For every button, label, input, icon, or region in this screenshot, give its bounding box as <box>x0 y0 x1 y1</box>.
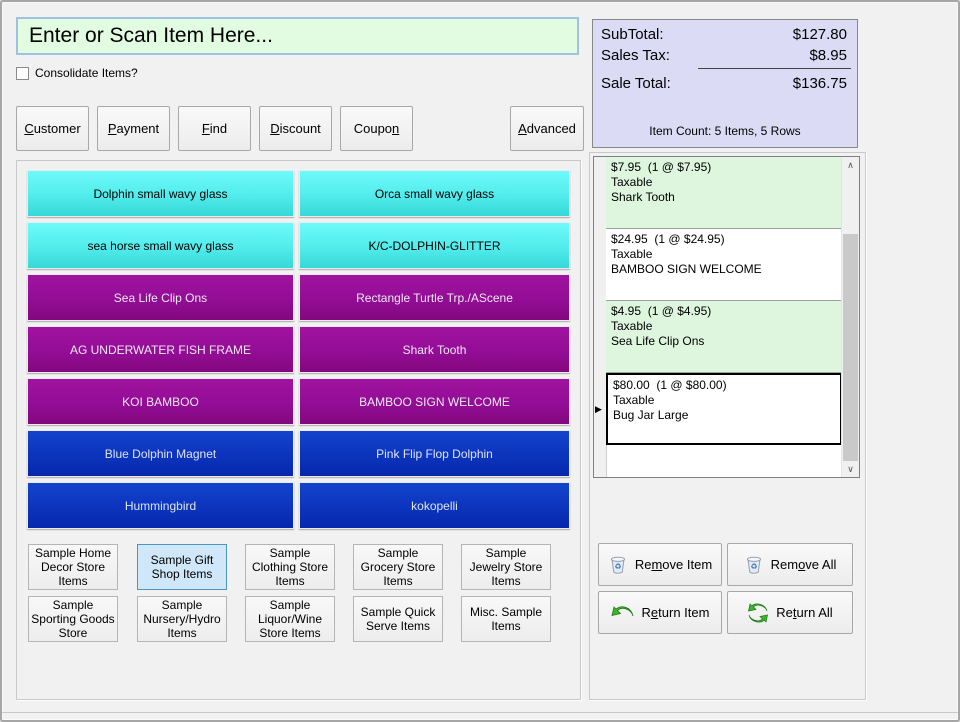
sale-total-value: $136.75 <box>793 74 847 93</box>
product-button-ag-underwater-fish-frame[interactable]: AG UNDERWATER FISH FRAME <box>27 326 294 373</box>
subtotal-value: $127.80 <box>793 25 847 44</box>
category-sporting-goods[interactable]: Sample Sporting Goods Store <box>28 596 118 642</box>
category-liquor-wine[interactable]: Sample Liquor/Wine Store Items <box>245 596 335 642</box>
totals-panel: SubTotal: $127.80 Sales Tax: $8.95 Sale … <box>592 19 858 148</box>
coupon-button[interactable]: Coupon <box>340 106 413 151</box>
button-label: Remove All <box>771 557 837 572</box>
row-item-name: BAMBOO SIGN WELCOME <box>611 262 837 277</box>
row-price: $7.95 (1 @ $7.95) <box>611 160 837 175</box>
button-label: Discount <box>270 121 321 136</box>
row-item-name: Bug Jar Large <box>613 408 835 423</box>
customer-button[interactable]: Customer <box>16 106 89 151</box>
row-price: $4.95 (1 @ $4.95) <box>611 304 837 319</box>
category-gift-shop[interactable]: Sample Gift Shop Items <box>137 544 227 590</box>
chevron-up-icon: ∧ <box>847 160 854 171</box>
selected-row-arrow-icon: ▶ <box>595 404 602 415</box>
category-nursery-hydro[interactable]: Sample Nursery/Hydro Items <box>137 596 227 642</box>
return-item-button[interactable]: Return Item <box>598 591 722 634</box>
return-all-button[interactable]: Return All <box>727 591 853 634</box>
sale-total-label: Sale Total: <box>601 74 671 93</box>
button-label: Remove Item <box>635 557 712 572</box>
recycle-bin-icon: ♻ <box>744 555 764 575</box>
return-arrow-icon <box>611 604 635 621</box>
scroll-down-button[interactable]: ∨ <box>842 461 859 477</box>
button-label: Find <box>202 121 227 136</box>
product-button-hummingbird[interactable]: Hummingbird <box>27 482 294 529</box>
scroll-up-button[interactable]: ∧ <box>842 157 859 173</box>
scrollbar-thumb[interactable] <box>843 234 858 461</box>
discount-button[interactable]: Discount <box>259 106 332 151</box>
button-label: Payment <box>108 121 159 136</box>
row-price: $80.00 (1 @ $80.00) <box>613 378 835 393</box>
pos-window: Consolidate Items? Customer Payment Find… <box>0 0 960 722</box>
product-button-orca-small-wavy-glass[interactable]: Orca small wavy glass <box>299 170 570 217</box>
product-button-pink-flip-flop-dolphin[interactable]: Pink Flip Flop Dolphin <box>299 430 570 477</box>
subtotal-label: SubTotal: <box>601 25 664 44</box>
return-all-arrows-icon <box>747 603 769 623</box>
receipt-row-bug-jar-large[interactable]: $80.00 (1 @ $80.00) Taxable Bug Jar Larg… <box>606 373 842 445</box>
sales-tax-value: $8.95 <box>809 46 847 65</box>
scan-item-input[interactable] <box>16 17 579 55</box>
button-label: Advanced <box>518 121 576 136</box>
button-label: Customer <box>24 121 80 136</box>
window-bottom-divider <box>2 712 958 713</box>
receipt-list: ▶ $7.95 (1 @ $7.95) Taxable Shark Tooth … <box>593 156 860 478</box>
remove-item-button[interactable]: ♻ Remove Item <box>598 543 722 586</box>
product-button-kokopelli[interactable]: kokopelli <box>299 482 570 529</box>
button-label: Return All <box>776 605 832 620</box>
button-label: Coupon <box>354 121 400 136</box>
totals-divider <box>698 68 851 69</box>
receipt-scrollbar[interactable]: ∧ ∨ <box>841 157 859 477</box>
category-home-decor[interactable]: Sample Home Decor Store Items <box>28 544 118 590</box>
row-item-name: Shark Tooth <box>611 190 837 205</box>
product-button-dolphin-small-wavy-glass[interactable]: Dolphin small wavy glass <box>27 170 294 217</box>
row-tax-status: Taxable <box>611 247 837 262</box>
product-button-shark-tooth[interactable]: Shark Tooth <box>299 326 570 373</box>
receipt-row-sea-life-clip-ons[interactable]: $4.95 (1 @ $4.95) Taxable Sea Life Clip … <box>606 301 842 373</box>
product-button-koi-bamboo[interactable]: KOI BAMBOO <box>27 378 294 425</box>
payment-button[interactable]: Payment <box>97 106 170 151</box>
receipt-row-shark-tooth[interactable]: $7.95 (1 @ $7.95) Taxable Shark Tooth <box>606 157 842 229</box>
receipt-row-bamboo-sign[interactable]: $24.95 (1 @ $24.95) Taxable BAMBOO SIGN … <box>606 229 842 301</box>
item-count: Item Count: 5 Items, 5 Rows <box>593 124 857 138</box>
category-clothing[interactable]: Sample Clothing Store Items <box>245 544 335 590</box>
svg-text:♻: ♻ <box>750 562 757 571</box>
svg-text:♻: ♻ <box>614 562 621 571</box>
category-misc-sample[interactable]: Misc. Sample Items <box>461 596 551 642</box>
product-button-bamboo-sign-welcome[interactable]: BAMBOO SIGN WELCOME <box>299 378 570 425</box>
product-button-sea-life-clip-ons[interactable]: Sea Life Clip Ons <box>27 274 294 321</box>
sales-tax-label: Sales Tax: <box>601 46 670 65</box>
recycle-bin-icon: ♻ <box>608 555 628 575</box>
remove-all-button[interactable]: ♻ Remove All <box>727 543 853 586</box>
category-grocery[interactable]: Sample Grocery Store Items <box>353 544 443 590</box>
category-quick-serve[interactable]: Sample Quick Serve Items <box>353 596 443 642</box>
chevron-down-icon: ∨ <box>847 464 854 475</box>
row-item-name: Sea Life Clip Ons <box>611 334 837 349</box>
button-label: Return Item <box>642 605 710 620</box>
consolidate-label: Consolidate Items? <box>35 66 138 81</box>
row-tax-status: Taxable <box>611 319 837 334</box>
product-button-blue-dolphin-magnet[interactable]: Blue Dolphin Magnet <box>27 430 294 477</box>
product-button-rectangle-turtle[interactable]: Rectangle Turtle Trp./AScene <box>299 274 570 321</box>
product-button-sea-horse-small-wavy-glass[interactable]: sea horse small wavy glass <box>27 222 294 269</box>
row-price: $24.95 (1 @ $24.95) <box>611 232 837 247</box>
consolidate-checkbox[interactable] <box>16 67 29 80</box>
product-button-kc-dolphin-glitter[interactable]: K/C-DOLPHIN-GLITTER <box>299 222 570 269</box>
row-tax-status: Taxable <box>611 175 837 190</box>
category-jewelry[interactable]: Sample Jewelry Store Items <box>461 544 551 590</box>
advanced-button[interactable]: Advanced <box>510 106 584 151</box>
row-tax-status: Taxable <box>613 393 835 408</box>
find-button[interactable]: Find <box>178 106 251 151</box>
